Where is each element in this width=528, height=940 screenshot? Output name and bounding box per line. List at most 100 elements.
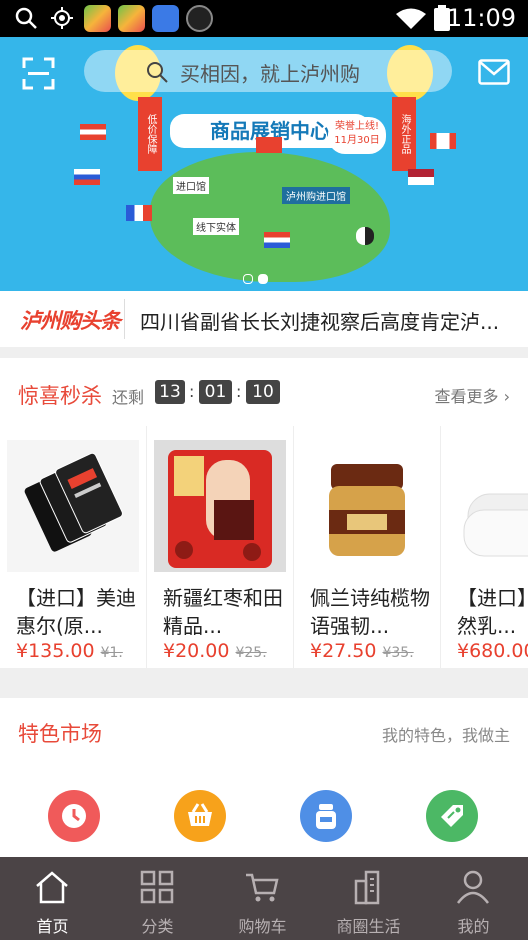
chevron-right-icon: ›: [503, 387, 510, 406]
map-illustration: [150, 152, 390, 282]
flag-decoration: [256, 137, 282, 153]
jar-product-image: [329, 464, 405, 556]
search-icon: [15, 7, 37, 29]
product-name: 新疆红枣和田精品...: [163, 586, 283, 638]
bottom-tab-bar: 首页 分类 购物车 商圈生活 我的: [0, 857, 528, 940]
countdown-separator: :: [236, 382, 242, 401]
flag-decoration: [74, 169, 100, 185]
flash-sale-section: 惊喜秒杀 还剩 13 : 01 : 10 查看更多 › 【进口】美迪惠尔(原..…: [0, 358, 528, 668]
product-image[interactable]: [301, 440, 433, 572]
product-card[interactable]: 【进口】口天然乳... ¥680.00: [441, 426, 528, 668]
message-icon[interactable]: [478, 59, 510, 85]
news-headline[interactable]: 四川省副省长长刘捷视察后高度肯定泸...: [140, 306, 510, 335]
tab-category[interactable]: 分类: [105, 857, 210, 940]
price-original: ¥1.: [100, 645, 123, 661]
jar-icon[interactable]: [300, 790, 352, 842]
offline-label: 线下实体: [193, 218, 239, 235]
home-icon: [36, 871, 68, 904]
cart-icon: [246, 873, 279, 902]
tab-label: 首页: [36, 917, 69, 936]
promo-banner[interactable]: 买相因，就上泸州购 商品展销中心 低价保障 海外正品 荣誉上线! 11月30日 …: [0, 37, 528, 291]
price-current: ¥27.50: [310, 640, 377, 662]
product-name: 佩兰诗纯榄物语强韧...: [310, 586, 430, 638]
product-card[interactable]: 【进口】美迪惠尔(原... ¥135.00 ¥1.: [0, 426, 147, 668]
divider: [124, 299, 125, 339]
countdown-separator: :: [189, 382, 195, 401]
market-slogan: 我的特色，我做主: [381, 726, 510, 745]
status-bar: 11:09: [0, 0, 528, 37]
product-name: 【进口】美迪惠尔(原...: [16, 586, 136, 638]
product-price: ¥135.00 ¥1.: [16, 640, 123, 662]
tab-mine[interactable]: 我的: [421, 857, 526, 940]
clock-time: 11:09: [446, 4, 516, 32]
carousel-dot[interactable]: [258, 274, 268, 284]
countdown-minutes: 01: [199, 380, 232, 404]
product-name: 【进口】口天然乳...: [457, 586, 528, 638]
tab-label: 分类: [141, 917, 174, 936]
flag-decoration: [126, 205, 152, 221]
product-carousel[interactable]: 【进口】美迪惠尔(原... ¥135.00 ¥1. 新疆红枣和田精品... ¥20…: [0, 426, 528, 668]
pillow-product-image: [463, 493, 528, 557]
city-icon: [354, 870, 380, 905]
product-image[interactable]: [448, 440, 528, 572]
price-original: ¥25.: [235, 645, 267, 661]
product-price: ¥27.50 ¥35.: [310, 640, 414, 662]
countdown-hours: 13: [155, 380, 185, 404]
price-original: ¥35.: [382, 645, 414, 661]
tab-label: 购物车: [238, 917, 287, 936]
carousel-dot[interactable]: [243, 274, 253, 284]
clock-icon[interactable]: [48, 790, 100, 842]
wifi-icon: [396, 8, 426, 29]
product-price: ¥680.00: [457, 640, 528, 662]
product-card[interactable]: 佩兰诗纯榄物语强韧... ¥27.50 ¥35.: [294, 426, 441, 668]
scan-icon[interactable]: [22, 57, 55, 90]
price-current: ¥20.00: [163, 640, 230, 662]
app-icon: [118, 5, 145, 32]
launch-tag: 荣誉上线!: [334, 121, 379, 132]
football-decoration: [356, 227, 374, 245]
flag-decoration: [80, 124, 106, 140]
product-card[interactable]: 新疆红枣和田精品... ¥20.00 ¥25.: [147, 426, 294, 668]
basket-icon[interactable]: [174, 790, 226, 842]
tag-icon[interactable]: [426, 790, 478, 842]
camera-app-icon: [186, 5, 213, 32]
flag-decoration: [408, 169, 434, 185]
launch-date: 11月30日: [334, 135, 380, 146]
news-ticker[interactable]: 泸州购头条 四川省副省长长刘捷视察后高度肯定泸...: [0, 291, 528, 347]
user-icon: [457, 870, 489, 904]
baidu-icon: [152, 5, 179, 32]
countdown-seconds: 10: [246, 380, 280, 404]
tab-home[interactable]: 首页: [0, 857, 105, 940]
face-mask-product-image: [24, 452, 123, 552]
search-placeholder: 买相因，就上泸州购: [180, 62, 360, 86]
remain-label: 还剩: [112, 388, 145, 407]
tab-label: 商圈生活: [336, 917, 401, 936]
market-title: 特色市场: [18, 722, 102, 746]
tab-label: 我的: [457, 917, 490, 936]
ribbon-left: 低价保障: [138, 97, 162, 171]
ribbon-right: 海外正品: [392, 97, 416, 171]
search-bar[interactable]: 买相因，就上泸州购: [84, 50, 452, 92]
tab-local-life[interactable]: 商圈生活: [316, 857, 421, 940]
price-current: ¥680.00: [457, 640, 528, 662]
view-more-label: 查看更多: [434, 387, 499, 406]
app-icon: [84, 5, 111, 32]
price-current: ¥135.00: [16, 640, 95, 662]
hall-label: 泸州购进口馆: [282, 187, 350, 204]
product-price: ¥20.00 ¥25.: [163, 640, 267, 662]
product-image[interactable]: [154, 440, 286, 572]
carousel-indicator: [243, 269, 273, 288]
search-icon: [147, 62, 168, 83]
launch-badge: 荣誉上线! 11月30日: [328, 117, 386, 154]
news-logo: 泸州购头条: [20, 309, 121, 333]
red-dates-product-image: [168, 450, 272, 568]
view-more-link[interactable]: 查看更多 ›: [434, 383, 510, 407]
special-market-section: 特色市场 我的特色，我做主: [0, 698, 528, 858]
flash-sale-title: 惊喜秒杀: [18, 384, 102, 408]
flag-decoration: [430, 133, 456, 149]
tab-cart[interactable]: 购物车: [210, 857, 315, 940]
product-image[interactable]: [7, 440, 139, 572]
location-icon: [51, 7, 73, 29]
grid-icon: [140, 870, 174, 904]
flag-decoration: [264, 232, 290, 248]
